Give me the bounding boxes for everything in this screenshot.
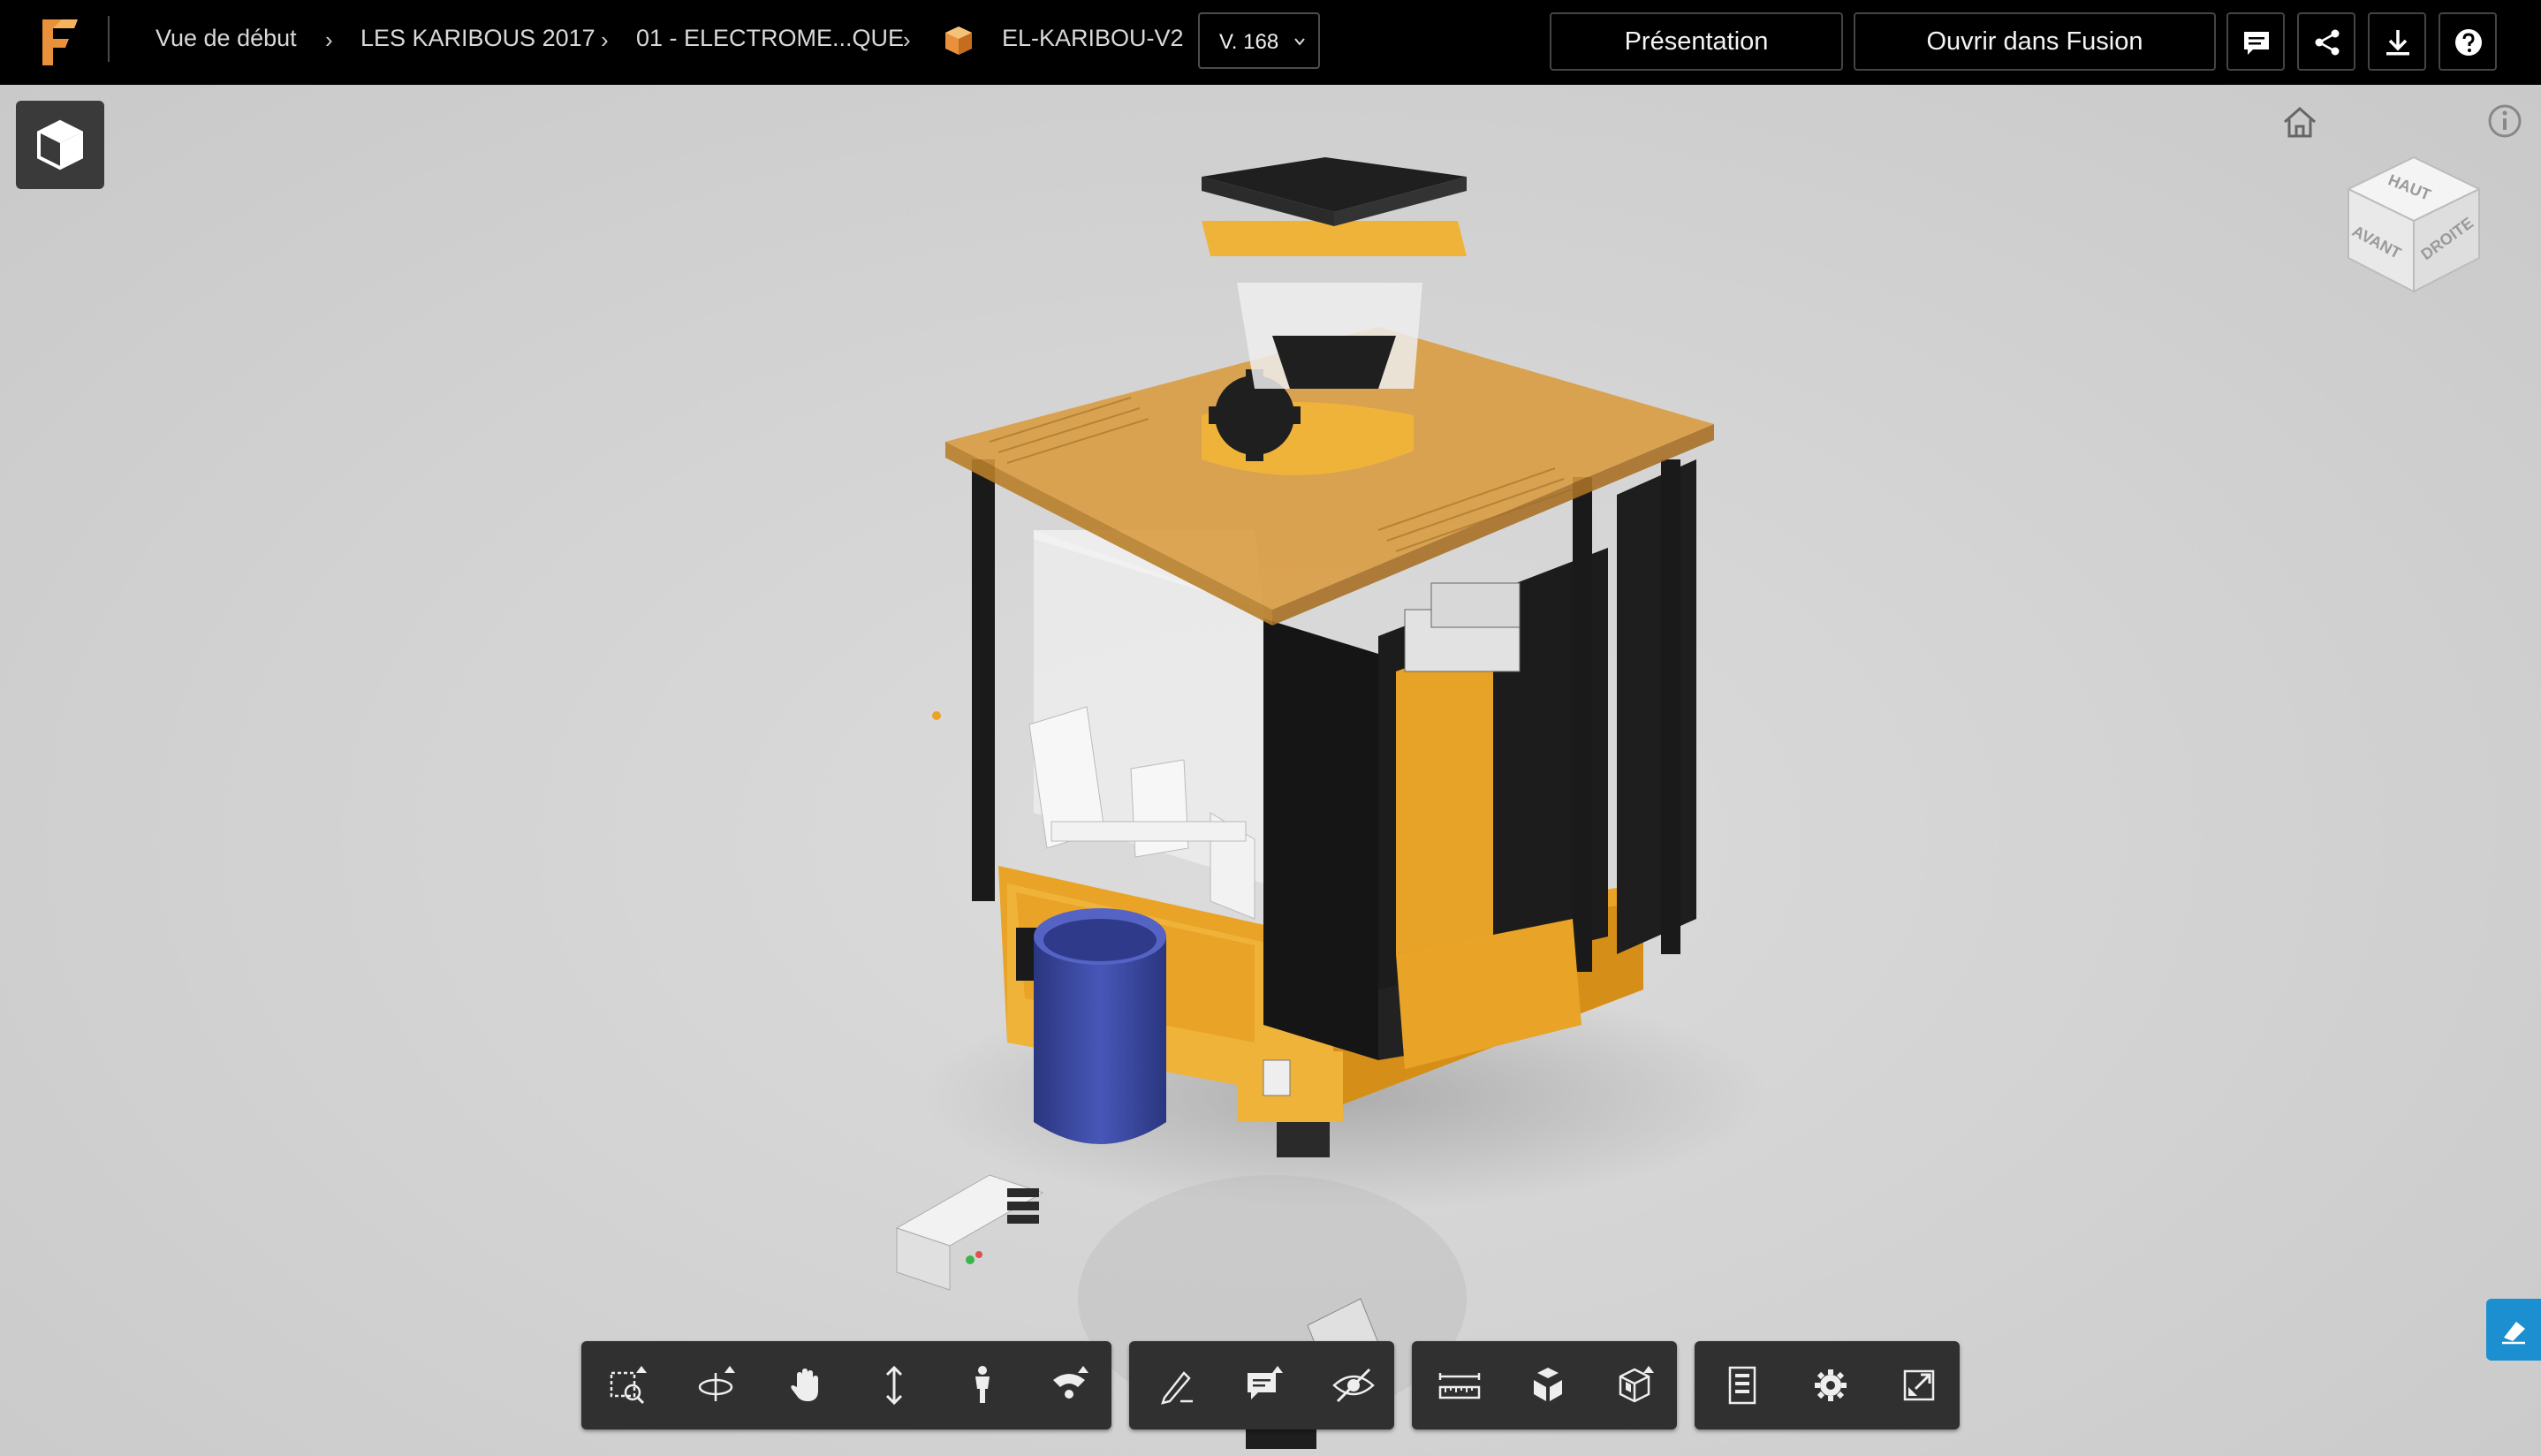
measure-tool[interactable] (1437, 1362, 1483, 1408)
markup-icon (1161, 1371, 1193, 1405)
first-person-tool[interactable] (960, 1362, 1005, 1408)
feedback-tab[interactable] (2486, 1299, 2541, 1361)
settings-tool[interactable] (1808, 1362, 1854, 1408)
orbit-icon (698, 1366, 735, 1401)
version-select[interactable]: V. 168 (1198, 12, 1320, 69)
fullscreen-tool[interactable] (1896, 1362, 1942, 1408)
cube-icon (37, 119, 83, 171)
zoom-tool[interactable] (871, 1362, 917, 1408)
download-button[interactable] (2368, 12, 2426, 71)
comments-button[interactable] (2226, 12, 2285, 71)
section-tool[interactable] (1613, 1362, 1659, 1408)
breadcrumb-folder[interactable]: 01 - ELECTROME...QUE (636, 25, 904, 52)
breadcrumb-home[interactable]: Vue de début (155, 25, 297, 52)
explode-icon (1534, 1368, 1562, 1401)
settings-icon (1815, 1369, 1847, 1401)
comment-icon (1248, 1366, 1283, 1399)
breadcrumb-project[interactable]: LES KARIBOUS 2017 (360, 25, 595, 52)
zoom-window-icon (610, 1366, 647, 1405)
measure-icon (1438, 1373, 1481, 1399)
design-file-icon (945, 27, 972, 55)
breadcrumb-separator: › (903, 27, 911, 53)
presentation-button[interactable]: Présentation (1550, 12, 1843, 71)
pan-tool[interactable] (783, 1362, 829, 1408)
model-browser-button[interactable] (16, 101, 104, 189)
orbit-tool[interactable] (694, 1362, 740, 1408)
breadcrumb-separator: › (325, 27, 333, 53)
3d-viewport[interactable]: HAUT AVANT DROITE (0, 85, 2541, 1456)
navigation-toolgroup (581, 1341, 1111, 1429)
markup-tool[interactable] (1154, 1362, 1200, 1408)
open-in-fusion-button[interactable]: Ouvrir dans Fusion (1854, 12, 2216, 71)
first-person-icon (975, 1366, 990, 1403)
breadcrumb-separator: › (601, 27, 609, 53)
fusion-logo-icon[interactable] (39, 16, 81, 69)
home-icon[interactable] (2279, 102, 2320, 143)
viewcube[interactable]: HAUT AVANT DROITE (2332, 147, 2492, 306)
breadcrumb-file: EL-KARIBOU-V2 (1002, 25, 1184, 51)
fly-icon (1053, 1366, 1088, 1399)
zoom-window-tool[interactable] (606, 1362, 652, 1408)
help-button[interactable] (2439, 12, 2497, 71)
top-bar: Vue de début › LES KARIBOUS 2017 › 01 - … (0, 0, 2541, 85)
fullscreen-icon (1903, 1369, 1935, 1401)
section-icon (1619, 1366, 1654, 1403)
view-settings-toolgroup (1695, 1341, 1960, 1429)
fly-tool[interactable] (1048, 1362, 1094, 1408)
model-browser-tool[interactable] (1719, 1362, 1765, 1408)
inspect-toolgroup (1412, 1341, 1677, 1429)
explode-tool[interactable] (1525, 1362, 1571, 1408)
hide-icon (1332, 1368, 1375, 1403)
logo-divider (108, 16, 110, 62)
comment-tool[interactable] (1242, 1362, 1288, 1408)
download-icon (2386, 30, 2409, 56)
model-browser-icon (1728, 1366, 1756, 1405)
chevron-down-icon (1294, 38, 1305, 46)
3d-model-scene[interactable] (0, 85, 2541, 1456)
hide-tool[interactable] (1331, 1362, 1377, 1408)
pan-icon (791, 1369, 818, 1401)
help-icon (2455, 29, 2482, 56)
share-icon (2315, 29, 2340, 56)
feedback-icon (2502, 1322, 2525, 1345)
zoom-icon (885, 1365, 903, 1406)
share-button[interactable] (2297, 12, 2355, 71)
markup-toolgroup (1129, 1341, 1394, 1429)
info-icon[interactable] (2486, 102, 2523, 140)
version-label: V. 168 (1219, 30, 1279, 54)
comments-icon (2244, 32, 2269, 55)
